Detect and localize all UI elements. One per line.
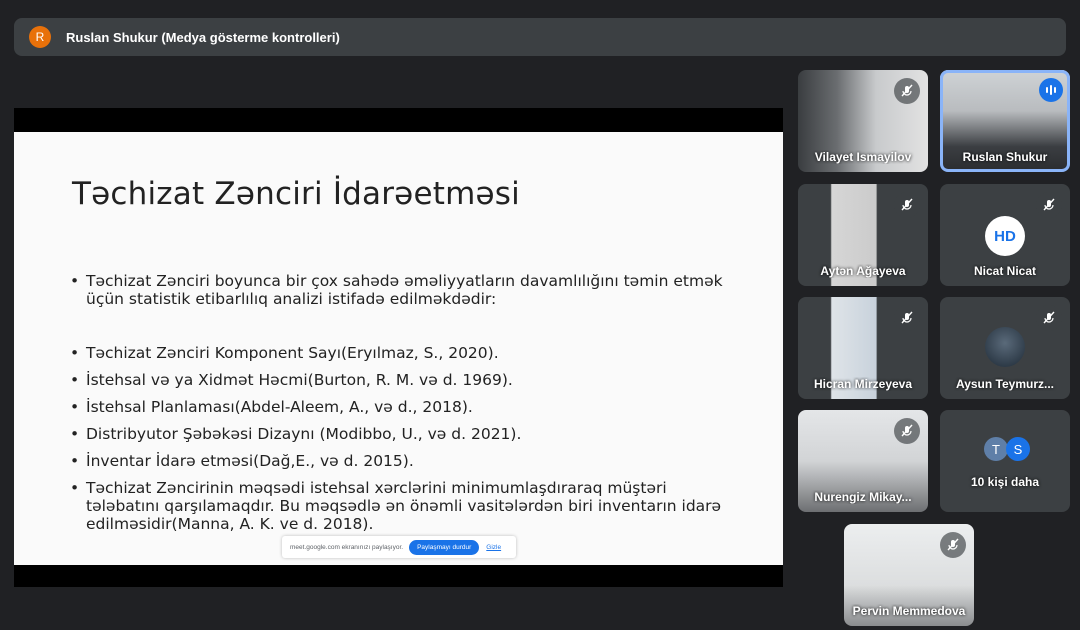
audio-levels-icon bbox=[1039, 78, 1063, 102]
slide-title: Təchizat Zənciri İdarəetməsi bbox=[72, 176, 520, 212]
stop-sharing-button[interactable]: Paylaşmayı durdur bbox=[409, 539, 480, 555]
participant-name: Nicat Nicat bbox=[973, 264, 1037, 278]
participant-name: Ruslan Shukur bbox=[962, 150, 1048, 164]
mic-off-icon bbox=[894, 418, 920, 444]
participant-name: Pervin Memmedova bbox=[852, 604, 966, 618]
slide-bullet: • Təchizat Zəncirinin məqsədi istehsal xə… bbox=[70, 479, 722, 533]
mic-off-icon bbox=[894, 192, 920, 218]
participant-name: Aysun Teymurz... bbox=[955, 377, 1055, 391]
avatar-logo: HD bbox=[994, 227, 1016, 245]
presenter-bar: R Ruslan Shukur (Medya gösterme kontroll… bbox=[14, 18, 1066, 56]
slide-bullet: • İstehsal və ya Xidmət Həcmi(Burton, R. … bbox=[70, 371, 513, 389]
participant-tile[interactable]: Aysun Teymurz... bbox=[940, 297, 1070, 399]
screen-share-bar: meet.google.com ekranınızı paylaşıyor. P… bbox=[282, 536, 516, 558]
mic-off-icon bbox=[894, 305, 920, 331]
presenter-media-controls-title[interactable]: Ruslan Shukur (Medya gösterme kontroller… bbox=[66, 30, 340, 45]
slide-bullet: • Təchizat Zənciri Komponent Sayı(Eryılma… bbox=[70, 344, 499, 362]
participant-tile[interactable]: HD Nicat Nicat bbox=[940, 184, 1070, 286]
participant-name: Hicran Mirzeyeva bbox=[813, 377, 913, 391]
mic-off-icon bbox=[940, 532, 966, 558]
presenter-avatar: R bbox=[29, 26, 51, 48]
more-participants-tile[interactable]: T S 10 kişi daha bbox=[940, 410, 1070, 512]
hide-link[interactable]: Gizle bbox=[486, 544, 501, 551]
participant-name: Nurengiz Mikay... bbox=[814, 490, 912, 504]
participant-tile[interactable]: Ruslan Shukur bbox=[940, 70, 1070, 172]
shared-slide: Təchizat Zənciri İdarəetməsi • Təchizat Z… bbox=[14, 132, 783, 565]
avatar: S bbox=[1006, 437, 1030, 461]
presentation-stage: Təchizat Zənciri İdarəetməsi • Təchizat Z… bbox=[14, 108, 783, 587]
slide-bullet: • İnventar İdarə etməsi(Dağ,E., və d. 201… bbox=[70, 452, 414, 470]
participant-name: Aytən Ağayeva bbox=[820, 264, 906, 278]
participant-tile[interactable]: Vilayet Ismayilov bbox=[798, 70, 928, 172]
avatar bbox=[985, 327, 1025, 367]
slide-bullet: • Distribyutor Şəbəkəsi Dizaynı (Modibbo,… bbox=[70, 425, 522, 443]
participant-tile[interactable]: Nurengiz Mikay... bbox=[798, 410, 928, 512]
avatar: HD bbox=[985, 216, 1025, 256]
avatar: T bbox=[984, 437, 1008, 461]
participant-tile[interactable]: Pervin Memmedova bbox=[844, 524, 974, 626]
more-participants-label: 10 kişi daha bbox=[970, 475, 1040, 489]
slide-bullet: • İstehsal Planlaması(Abdel-Aleem, A., və… bbox=[70, 398, 473, 416]
participant-tile[interactable]: Hicran Mirzeyeva bbox=[798, 297, 928, 399]
mic-off-icon bbox=[894, 78, 920, 104]
share-message: meet.google.com ekranınızı paylaşıyor. bbox=[290, 543, 404, 551]
slide-bullet: • Təchizat Zənciri boyunca bir çox sahədə… bbox=[70, 272, 723, 308]
participant-tile[interactable]: Aytən Ağayeva bbox=[798, 184, 928, 286]
participant-name: Vilayet Ismayilov bbox=[814, 150, 912, 164]
mic-off-icon bbox=[1036, 192, 1062, 218]
mic-off-icon bbox=[1036, 305, 1062, 331]
